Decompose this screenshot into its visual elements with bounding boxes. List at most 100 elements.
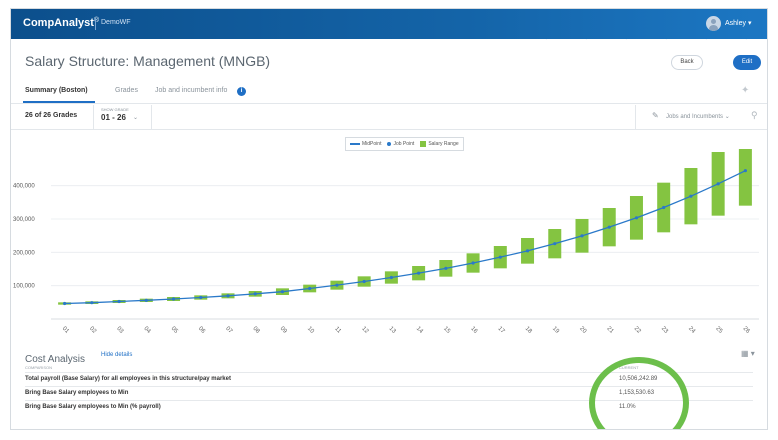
settings-icon[interactable]: ✦ <box>741 85 752 96</box>
grade-selector-caption: SHOW GRADE <box>101 107 129 112</box>
legend-item-job-point[interactable]: Job Point <box>387 141 414 147</box>
job-point-marker <box>662 205 666 210</box>
job-point-marker <box>498 255 502 259</box>
search-icon[interactable]: ⚲ <box>751 110 758 121</box>
x-tick-label: 11 <box>333 326 342 335</box>
job-point-swatch <box>387 142 392 146</box>
tab-summary[interactable]: Summary (Boston) <box>25 87 88 94</box>
jobs-incumbents-label: Jobs and Incumbents ⌄ <box>666 114 730 120</box>
y-tick-label: 200,000 <box>13 250 35 256</box>
x-tick-label: 05 <box>170 326 179 335</box>
job-point-marker <box>226 294 230 298</box>
edit-button[interactable]: Edit <box>733 55 761 70</box>
page-title: Salary Structure: Management (MNGB) <box>25 53 271 69</box>
job-point-marker <box>117 299 121 304</box>
back-button[interactable]: Back <box>671 55 703 70</box>
legend-item-midpoint[interactable]: MidPoint <box>350 141 381 147</box>
x-tick-label: 12 <box>360 326 369 335</box>
x-tick-label: 09 <box>279 326 288 335</box>
x-tick-label: 26 <box>742 326 751 335</box>
app-window: CompAnalyst® DemoWF Ashley ▾ Salary Stru… <box>10 8 768 430</box>
active-tab-indicator <box>23 101 95 103</box>
grades-count: 26 of 26 Grades <box>25 112 78 119</box>
info-icon[interactable]: i <box>237 87 246 96</box>
x-tick-label: 22 <box>633 326 642 335</box>
job-point-marker <box>199 295 203 300</box>
x-tick-label: 07 <box>224 326 233 335</box>
chevron-down-icon: ▾ <box>747 20 752 27</box>
row-label: Total payroll (Base Salary) for all empl… <box>25 376 231 382</box>
job-point-marker <box>280 290 285 294</box>
brand-separator <box>95 18 96 30</box>
x-tick-label: 10 <box>306 326 315 335</box>
x-tick-label: 02 <box>88 326 97 335</box>
x-tick-label: 15 <box>442 326 451 335</box>
legend-label-salary-range: Salary Range <box>428 141 459 147</box>
x-tick-label: 17 <box>497 326 506 335</box>
salary-structure-chart: 400,000 300,000 200,000 100,000 01 02 03 04 05 06… <box>13 149 759 335</box>
user-name: Ashley <box>725 20 747 27</box>
grades-toolbar: 26 of 26 Grades SHOW GRADE 01 - 26 ⌄ ✎ J… <box>11 105 767 130</box>
x-tick-label: 20 <box>578 326 587 335</box>
x-tick-label: 18 <box>524 326 533 335</box>
salary-range-bar <box>738 149 752 206</box>
x-tick-label: 25 <box>714 326 723 335</box>
highlight-circle-annotation <box>589 357 689 429</box>
job-point-marker <box>471 261 475 265</box>
job-point-marker <box>144 298 148 302</box>
job-point-marker <box>362 279 366 284</box>
brand-name: CompAnalyst <box>23 17 94 29</box>
tenant-name: DemoWF <box>101 19 131 26</box>
x-tick-label: 23 <box>660 326 669 335</box>
x-tick-label: 21 <box>605 326 614 335</box>
brand-logo[interactable]: CompAnalyst® <box>23 17 99 29</box>
salary-range-swatch <box>420 141 427 147</box>
legend-label-job-point: Job Point <box>393 141 415 147</box>
job-point-marker <box>634 216 639 220</box>
column-header-comparison: COMPARISON <box>25 365 53 370</box>
job-point-marker <box>525 249 530 253</box>
jobs-incumbents-dropdown[interactable]: ✎ Jobs and Incumbents ⌄ <box>635 105 746 129</box>
job-point-marker <box>253 292 257 296</box>
job-point-marker <box>63 301 67 306</box>
top-navigation-bar: CompAnalyst® DemoWF Ashley ▾ <box>11 9 767 39</box>
x-tick-label: 04 <box>143 326 152 335</box>
job-point-marker <box>689 194 693 198</box>
job-point-marker <box>335 283 339 287</box>
legend-item-salary-range[interactable]: Salary Range <box>420 141 459 147</box>
row-label: Bring Base Salary employees to Min <box>25 390 129 396</box>
job-point-marker <box>171 297 176 301</box>
user-menu[interactable]: Ashley ▾ <box>725 19 751 27</box>
x-tick-label: 01 <box>61 326 70 335</box>
job-point-marker <box>743 169 747 173</box>
grade-selector[interactable]: 01 - 26 <box>101 113 126 122</box>
tab-grades[interactable]: Grades <box>115 87 138 94</box>
y-tick-label: 400,000 <box>13 184 35 190</box>
job-point-marker <box>716 182 720 186</box>
midpoint-swatch <box>350 143 360 145</box>
job-point-marker <box>444 266 448 270</box>
job-point-marker <box>389 275 393 280</box>
grid-view-icon[interactable]: ▦ ▾ <box>741 349 755 358</box>
job-point-marker <box>90 301 94 305</box>
pencil-icon: ✎ <box>652 111 659 120</box>
job-point-marker <box>417 271 421 275</box>
divider <box>151 105 152 129</box>
tab-job-incumbent-info[interactable]: Job and incumbent info <box>155 87 227 94</box>
divider <box>93 105 94 129</box>
hide-details-link[interactable]: Hide details <box>101 352 132 358</box>
job-point-marker <box>553 242 557 246</box>
row-label: Bring Base Salary employees to Min (% pa… <box>25 404 161 410</box>
chevron-down-icon[interactable]: ⌄ <box>133 114 138 121</box>
x-tick-label: 19 <box>551 326 560 335</box>
x-tick-label: 08 <box>251 326 260 335</box>
x-tick-label: 24 <box>687 326 696 335</box>
job-point-marker <box>607 225 611 229</box>
job-point-marker <box>308 286 312 291</box>
avatar[interactable] <box>706 16 721 31</box>
x-tick-label: 13 <box>388 326 397 335</box>
cost-analysis-title: Cost Analysis <box>25 354 86 365</box>
tab-bar: Summary (Boston) Grades Job and incumben… <box>11 81 767 104</box>
x-tick-label: 06 <box>197 326 206 335</box>
y-tick-label: 100,000 <box>13 284 35 290</box>
